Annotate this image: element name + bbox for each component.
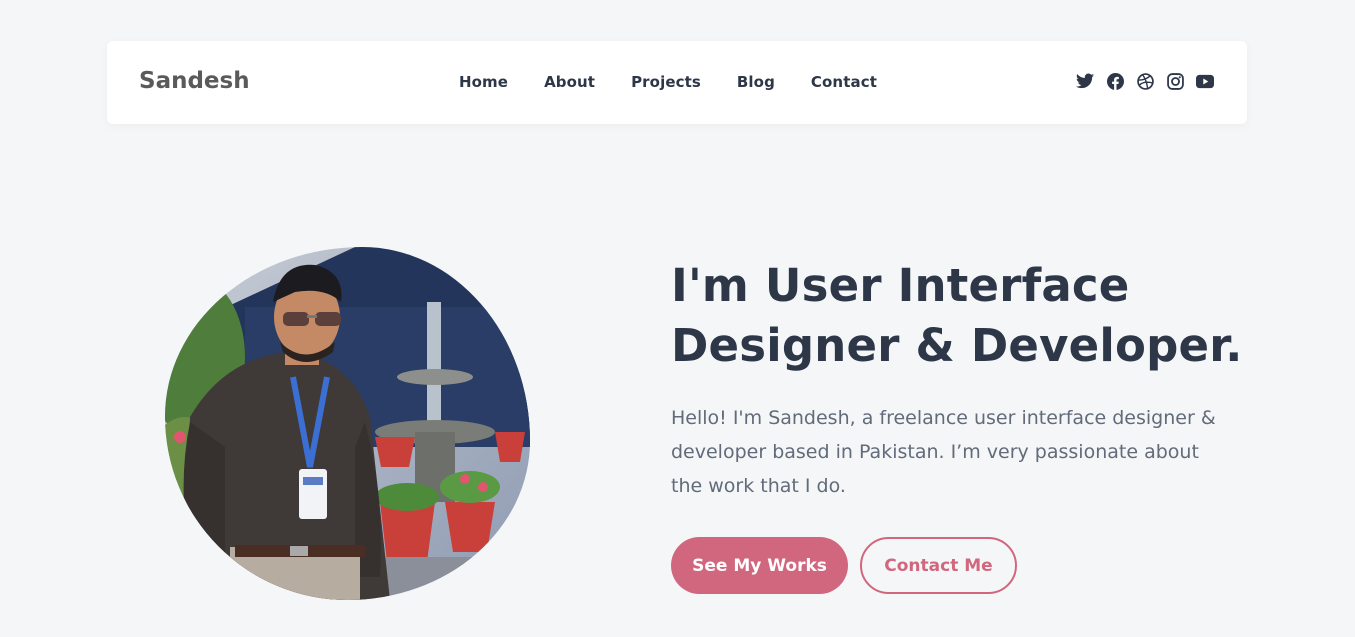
hero-headline: I'm User Interface Designer & Developer. (671, 256, 1251, 376)
contact-me-button[interactable]: Contact Me (860, 537, 1017, 594)
nav-contact[interactable]: Contact (811, 73, 877, 91)
hero-intro: Hello! I'm Sandesh, a freelance user int… (671, 407, 1216, 497)
nav-home[interactable]: Home (459, 73, 508, 91)
profile-photo (165, 247, 530, 600)
nav-about[interactable]: About (544, 73, 595, 91)
social-links (1076, 72, 1214, 90)
brand-logo[interactable]: Sandesh (139, 68, 250, 94)
headline-line-1: I'm User Interface (671, 259, 1130, 312)
headline-line-2: Designer & Developer. (671, 319, 1243, 372)
youtube-icon[interactable] (1196, 72, 1214, 90)
nav-projects[interactable]: Projects (631, 73, 701, 91)
dribbble-icon[interactable] (1136, 72, 1154, 90)
nav-blog[interactable]: Blog (737, 73, 775, 91)
navbar: Sandesh Home About Projects Blog Contact (107, 41, 1247, 124)
twitter-icon[interactable] (1076, 72, 1094, 90)
main-nav: Home About Projects Blog Contact (459, 73, 877, 91)
hero-section: I'm User Interface Designer & Developer.… (671, 256, 1251, 594)
facebook-icon[interactable] (1106, 72, 1124, 90)
hero-buttons: See My Works Contact Me (671, 537, 1251, 594)
see-my-works-button[interactable]: See My Works (671, 537, 848, 594)
instagram-icon[interactable] (1166, 72, 1184, 90)
